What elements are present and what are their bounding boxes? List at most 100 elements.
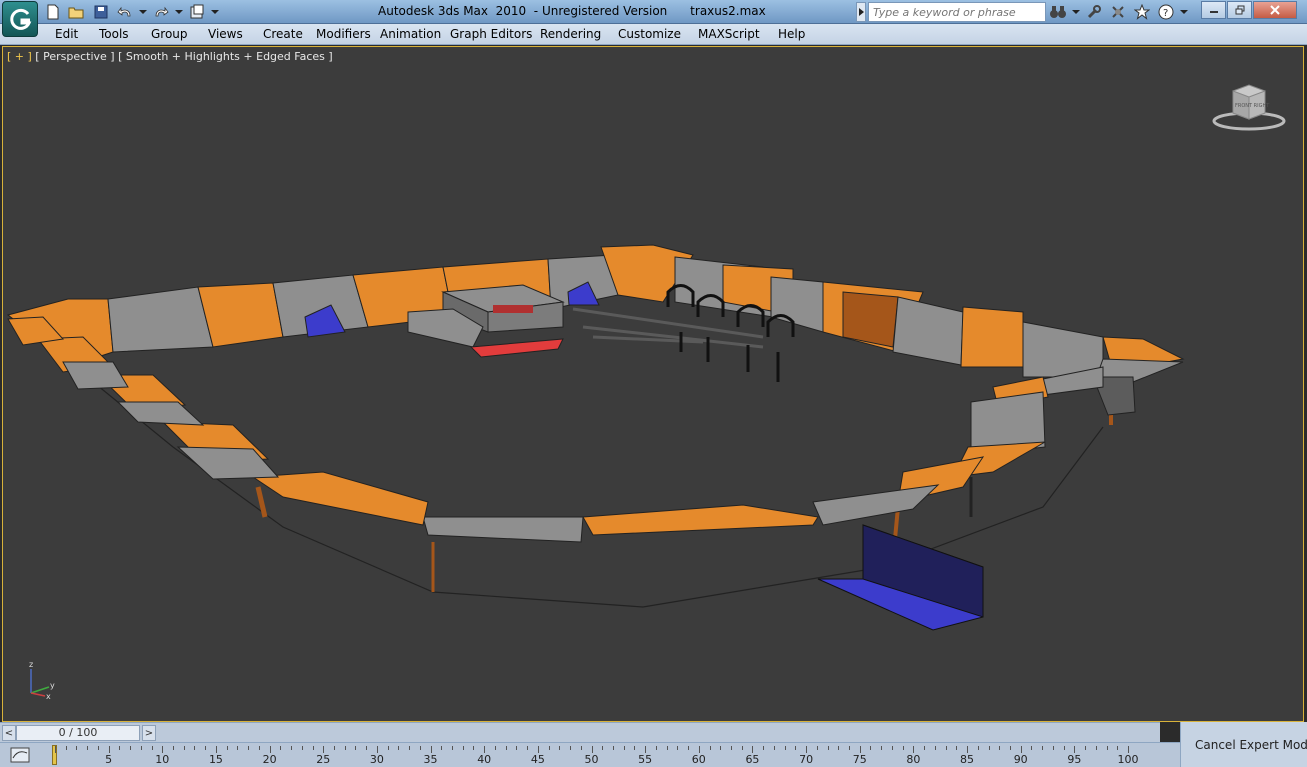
menu-create[interactable]: Create <box>263 27 303 41</box>
search-input[interactable] <box>868 2 1046 22</box>
support-post <box>255 486 268 518</box>
frame-tick <box>387 746 389 750</box>
project-folder-icon[interactable] <box>186 2 208 22</box>
frame-label: 85 <box>960 753 975 766</box>
frame-tick <box>859 746 861 753</box>
subscription-icon[interactable] <box>1108 2 1128 22</box>
menu-graph-editors[interactable]: Graph Editors <box>450 27 532 41</box>
frame-tick <box>730 746 732 750</box>
minimize-button[interactable] <box>1201 1 1226 19</box>
frame-label: 15 <box>208 753 223 766</box>
redo-dropdown-icon[interactable] <box>174 2 184 22</box>
time-slider-thumb[interactable]: 0 / 100 <box>16 725 140 741</box>
viewport-menu-plus[interactable]: [ + ] <box>7 50 32 63</box>
frame-tick <box>838 746 840 750</box>
wall-segment <box>1022 321 1104 378</box>
search-dropdown-icon[interactable] <box>1072 2 1080 22</box>
frame-tick <box>902 746 904 750</box>
frame-tick <box>591 746 593 753</box>
perspective-viewport[interactable]: [ + ] [ Perspective ] [ Smooth + Highlig… <box>2 46 1304 722</box>
menu-customize[interactable]: Customize <box>618 27 681 41</box>
undo-icon[interactable] <box>114 2 136 22</box>
frame-tick <box>1031 746 1033 750</box>
search-expand-icon[interactable] <box>856 2 866 22</box>
menu-modifiers[interactable]: Modifiers <box>316 27 371 41</box>
frame-tick <box>999 746 1001 750</box>
frame-tick <box>226 746 228 750</box>
cancel-expert-mode-button[interactable]: Cancel Expert Mode <box>1195 738 1307 752</box>
new-file-icon[interactable] <box>42 2 64 22</box>
binoculars-icon[interactable] <box>1048 2 1068 22</box>
menu-views[interactable]: Views <box>208 27 243 41</box>
open-folder-icon[interactable] <box>66 2 88 22</box>
favorites-star-icon[interactable] <box>1132 2 1152 22</box>
menu-tools[interactable]: Tools <box>99 27 129 41</box>
wrench-icon[interactable] <box>1084 2 1104 22</box>
save-icon[interactable] <box>90 2 112 22</box>
frame-tick <box>816 746 818 750</box>
menu-group[interactable]: Group <box>151 27 188 41</box>
frame-label: 55 <box>638 753 653 766</box>
frame-tick <box>977 746 979 750</box>
viewport-mode-label[interactable]: [ Perspective ] [ Smooth + Highlights + … <box>32 50 332 63</box>
track-segment <box>812 484 940 526</box>
frame-tick <box>612 746 614 750</box>
app-logo-button[interactable] <box>2 1 38 37</box>
prev-frame-button[interactable]: < <box>2 725 16 741</box>
frame-tick <box>784 746 786 750</box>
track-segment <box>422 516 584 543</box>
frame-tick <box>291 746 293 750</box>
frame-label: 100 <box>1117 753 1139 766</box>
frame-tick <box>720 746 722 750</box>
frame-tick <box>194 746 196 750</box>
frame-tick <box>806 746 808 753</box>
curve-editor-icon[interactable] <box>10 747 30 763</box>
viewport-label[interactable]: [ + ] [ Perspective ] [ Smooth + Highlig… <box>7 50 333 63</box>
restore-button[interactable] <box>1227 1 1252 19</box>
wall-segment <box>892 296 964 366</box>
frame-tick <box>934 746 936 750</box>
toolbar-dropdown-icon[interactable] <box>210 2 220 22</box>
frame-label: 45 <box>530 753 545 766</box>
next-frame-button[interactable]: > <box>142 725 156 741</box>
window-title: Autodesk 3ds Max 2010 - Unregistered Ver… <box>378 4 766 18</box>
frame-tick <box>795 746 797 750</box>
viewcube[interactable]: FRONT RIGHT <box>1211 83 1287 135</box>
z-axis-label: z <box>29 660 33 669</box>
frame-tick <box>398 746 400 750</box>
frame-label: 50 <box>584 753 599 766</box>
close-button[interactable] <box>1253 1 1297 19</box>
status-area: Cancel Expert Mode <box>1180 722 1307 767</box>
frame-tick <box>323 746 325 753</box>
menu-help[interactable]: Help <box>778 27 805 41</box>
frame-tick <box>763 746 765 750</box>
help-icon[interactable]: ? <box>1156 2 1176 22</box>
track-bar[interactable]: 5 10 15 20 25 30 35 40 45 50 55 60 65 70 75 80 85 90 95 100 <box>0 742 1180 767</box>
frame-tick <box>97 746 99 750</box>
frame-label: 75 <box>852 753 867 766</box>
frame-tick <box>1106 746 1108 750</box>
viewcube-text: FRONT RIGHT <box>1235 103 1270 109</box>
frame-label: 40 <box>477 753 492 766</box>
redo-icon[interactable] <box>150 2 172 22</box>
track-segment <box>176 446 280 480</box>
undo-dropdown-icon[interactable] <box>138 2 148 22</box>
frame-tick <box>183 746 185 750</box>
menu-maxscript[interactable]: MAXScript <box>698 27 760 41</box>
frame-tick <box>559 746 561 750</box>
menu-edit[interactable]: Edit <box>55 27 78 41</box>
frame-tick <box>248 746 250 750</box>
menu-animation[interactable]: Animation <box>380 27 441 41</box>
frame-tick <box>602 746 604 750</box>
menu-rendering[interactable]: Rendering <box>540 27 601 41</box>
wall-segment <box>107 286 214 353</box>
frame-tick <box>870 746 872 750</box>
help-dropdown-icon[interactable] <box>1180 2 1188 22</box>
frame-label: 90 <box>1013 753 1028 766</box>
frame-tick <box>913 746 915 753</box>
frame-tick <box>709 746 711 750</box>
svg-text:?: ? <box>1163 8 1168 19</box>
frame-tick <box>634 746 636 750</box>
frame-tick <box>677 746 679 750</box>
wall-segment <box>770 276 824 333</box>
